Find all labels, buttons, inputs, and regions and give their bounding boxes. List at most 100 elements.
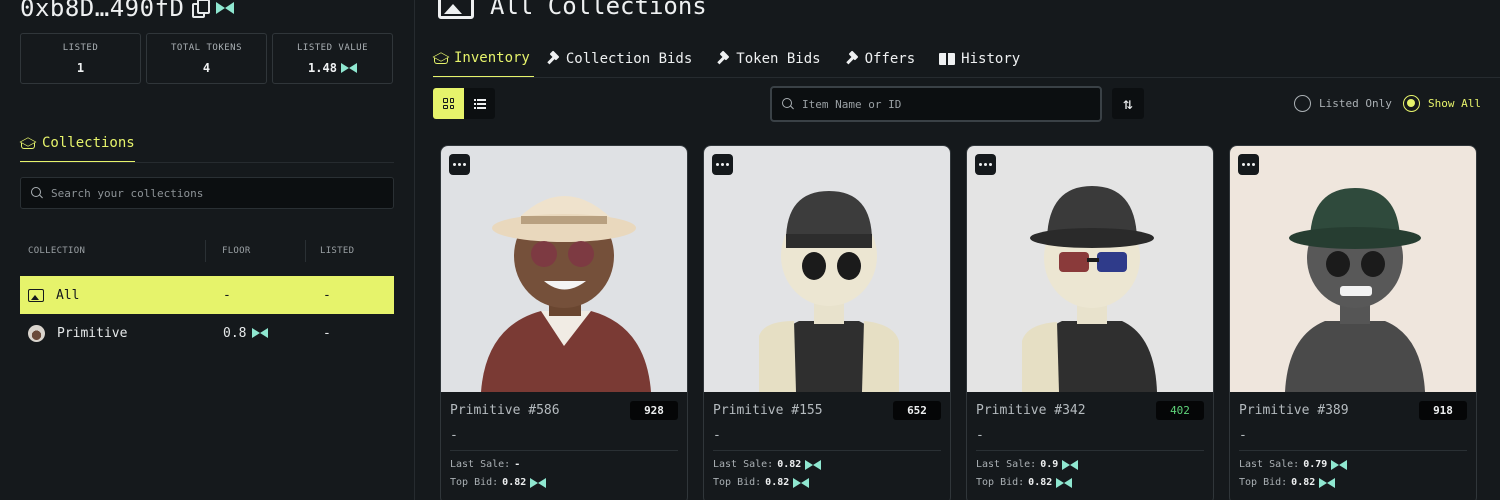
collections-search-input[interactable] <box>51 186 371 200</box>
stat-value: 1 <box>76 61 85 75</box>
stat-label: LISTED <box>62 43 99 53</box>
collection-listed: - <box>323 287 331 303</box>
radio-selected-icon <box>1403 95 1420 112</box>
divider <box>1239 450 1467 451</box>
main-tabs: Inventory Collection Bids Token Bids Off… <box>433 40 1044 78</box>
top-bid: Top Bid: 0.82 <box>713 477 810 488</box>
collection-floor: 0.8 <box>223 325 247 341</box>
nft-image <box>967 146 1213 392</box>
gavel-icon <box>716 52 730 66</box>
tab-offers[interactable]: Offers <box>845 40 928 78</box>
stats-row: LISTED 1 TOTAL TOKENS 4 LISTED VALUE 1.4… <box>20 33 393 84</box>
gavel-icon <box>845 52 859 66</box>
nft-image <box>441 146 687 392</box>
token-icon <box>1062 459 1079 470</box>
tab-label: Token Bids <box>736 51 821 67</box>
collections-table-header: COLLECTION FLOOR LISTED <box>20 240 394 262</box>
filter-show-all[interactable]: Show All <box>1403 95 1481 112</box>
page-title-row: All Collections <box>438 0 707 20</box>
nft-name: Primitive #155 <box>713 403 823 418</box>
search-icon <box>782 98 794 110</box>
header-listed[interactable]: LISTED <box>306 240 354 262</box>
top-bid: Top Bid: 0.82 <box>976 477 1073 488</box>
token-icon <box>805 459 822 470</box>
more-options-button[interactable] <box>449 154 470 175</box>
grid-icon <box>443 98 454 109</box>
stat-total-tokens: TOTAL TOKENS 4 <box>146 33 267 84</box>
last-sale: Last Sale: - <box>450 459 521 470</box>
item-search-input[interactable] <box>802 97 1082 111</box>
tab-collections[interactable]: Collections <box>20 125 135 163</box>
header-floor[interactable]: FLOOR <box>206 240 306 262</box>
tab-collection-bids[interactable]: Collection Bids <box>546 40 704 78</box>
tab-label: Collections <box>42 135 135 151</box>
copy-icon[interactable] <box>192 0 211 18</box>
image-icon <box>28 288 44 302</box>
list-icon <box>473 98 486 109</box>
nft-card[interactable]: Primitive #389 918 - Last Sale: 0.79 Top… <box>1229 145 1477 500</box>
sort-button[interactable]: ⇅ <box>1112 88 1144 119</box>
token-icon <box>252 328 269 338</box>
layers-icon <box>20 136 35 150</box>
collection-listed: - <box>323 325 331 341</box>
last-sale: Last Sale: 0.79 <box>1239 459 1348 470</box>
nft-image <box>1230 146 1476 392</box>
tab-label: Offers <box>864 51 916 67</box>
stat-label: TOTAL TOKENS <box>170 43 243 53</box>
token-icon <box>340 63 357 73</box>
token-icon <box>793 477 810 488</box>
collection-row-all[interactable]: All - - <box>20 276 394 314</box>
token-icon <box>1331 459 1348 470</box>
nft-price: - <box>450 428 458 443</box>
stat-listed: LISTED 1 <box>20 33 141 84</box>
more-options-button[interactable] <box>712 154 733 175</box>
book-icon <box>939 53 956 65</box>
layers-icon <box>433 51 448 65</box>
header-collection[interactable]: COLLECTION <box>20 240 206 262</box>
rarity-rank-badge: 918 <box>1419 401 1467 420</box>
gavel-icon <box>546 52 560 66</box>
wallet-address: 0xb8D…490fD <box>20 0 185 22</box>
rarity-rank-badge: 652 <box>893 401 941 420</box>
collection-row-primitive[interactable]: Primitive 0.8 - <box>20 314 394 352</box>
radio-icon <box>1294 95 1311 112</box>
stat-listed-value: LISTED VALUE 1.48 <box>272 33 393 84</box>
collections-search <box>20 177 394 209</box>
left-panel: 0xb8D…490fD LISTED 1 TOTAL TOKENS 4 LIST… <box>0 0 415 500</box>
tab-label: Inventory <box>454 50 530 66</box>
nft-card[interactable]: Primitive #342 402 - Last Sale: 0.9 Top … <box>966 145 1214 500</box>
divider <box>976 450 1204 451</box>
token-icon <box>216 2 235 14</box>
more-options-button[interactable] <box>1238 154 1259 175</box>
tab-token-bids[interactable]: Token Bids <box>716 40 832 78</box>
collection-name: Primitive <box>57 325 128 341</box>
nft-card[interactable]: Primitive #586 928 - Last Sale: - Top Bi… <box>440 145 688 500</box>
more-options-button[interactable] <box>975 154 996 175</box>
sort-icon: ⇅ <box>1123 94 1133 113</box>
stat-label: LISTED VALUE <box>296 43 369 53</box>
collection-avatar <box>28 324 45 342</box>
image-icon <box>438 0 474 19</box>
tab-history[interactable]: History <box>939 40 1032 78</box>
tab-label: History <box>961 51 1021 67</box>
list-view-button[interactable] <box>464 88 495 119</box>
divider <box>713 450 941 451</box>
tab-inventory[interactable]: Inventory <box>433 40 534 78</box>
divider <box>433 77 1500 78</box>
page-title: All Collections <box>490 0 707 20</box>
collection-floor: - <box>223 287 231 303</box>
filter-label: Listed Only <box>1319 97 1392 110</box>
nft-image <box>704 146 950 392</box>
rarity-rank-badge: 928 <box>630 401 678 420</box>
nft-price: - <box>976 428 984 443</box>
filter-listed-only[interactable]: Listed Only <box>1294 95 1392 112</box>
search-icon <box>31 187 43 199</box>
stat-value: 1.48 <box>273 61 392 75</box>
tab-label: Collection Bids <box>565 51 693 67</box>
nft-card[interactable]: Primitive #155 652 - Last Sale: 0.82 Top… <box>703 145 951 500</box>
last-sale: Last Sale: 0.9 <box>976 459 1079 470</box>
view-toggle <box>433 88 495 119</box>
nft-name: Primitive #342 <box>976 403 1086 418</box>
nft-price: - <box>713 428 721 443</box>
grid-view-button[interactable] <box>433 88 464 119</box>
